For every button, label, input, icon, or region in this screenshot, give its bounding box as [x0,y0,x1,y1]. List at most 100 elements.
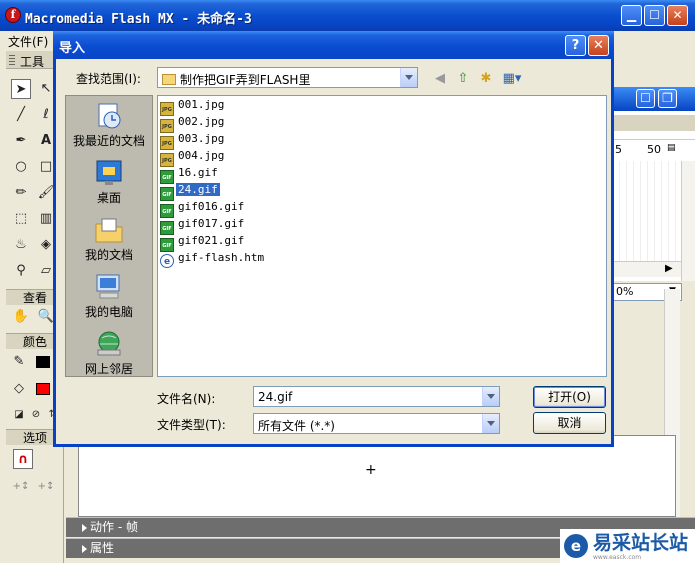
desktop-icon [96,160,122,185]
network-places-icon [97,331,121,356]
place-label: 我最近的文档 [72,134,145,148]
expand-arrow-icon[interactable] [82,524,87,532]
file-list[interactable]: JPG 001.jpg JPG 002.jpg JPG 003.jpg JPG 004.… [157,95,607,377]
file-item[interactable]: e gif-flash.htm [160,251,266,268]
watermark-logo: e 易采站长站 www.easck.com [560,529,695,563]
place-label: 网上邻居 [84,362,133,376]
chevron-down-icon[interactable] [400,68,417,87]
stroke-color-icon[interactable]: ✎ [9,352,29,372]
scroll-right-arrow-icon[interactable]: ▶ [665,263,673,274]
jpg-file-icon: JPG [160,102,174,116]
html-file-icon: e [160,254,174,268]
gif-file-icon: GIF [160,187,174,201]
straighten-option-icon[interactable]: +↕ [36,477,56,497]
dialog-close-button[interactable]: ✕ [588,35,609,56]
watermark-text: 易采站长站 [593,532,689,554]
up-folder-icon[interactable]: ⇧ [453,69,473,89]
places-bar: 我最近的文档 桌面 我的文档 我的电脑 网上邻居 [65,95,153,377]
file-item-selected[interactable]: GIF 24.gif [160,183,220,201]
ink-bottle-tool-icon[interactable]: ♨ [11,235,31,255]
frame-label-5: 5 [615,143,622,156]
smooth-option-icon[interactable]: +↕ [11,477,31,497]
file-item[interactable]: JPG 004.jpg [160,149,226,167]
eyedropper-tool-icon[interactable]: ⚲ [11,261,31,281]
pen-tool-icon[interactable]: ✒ [11,131,31,151]
expand-arrow-icon[interactable] [82,545,87,553]
frame-label-50: 50 [647,143,661,156]
new-folder-icon[interactable]: ✱ [476,69,496,89]
pencil-tool-icon[interactable]: ✏ [11,183,31,203]
fill-color-icon[interactable]: ◇ [9,379,29,399]
grip-icon[interactable] [9,55,15,65]
timeline-frame-header: 5 50 ▤ [613,139,695,161]
menu-file[interactable]: 文件(F) [8,33,48,50]
free-transform-tool-icon[interactable]: ⬚ [11,209,31,229]
my-documents-icon [95,218,123,243]
gif-file-icon: GIF [160,170,174,184]
jpg-file-icon: JPG [160,119,174,133]
app-titlebar: f Macromedia Flash MX - 未命名-3 ▁ ☐ ✕ [0,0,695,31]
timeline-ruler [613,115,695,131]
place-label: 桌面 [96,191,121,205]
cancel-button[interactable]: 取消 [533,412,606,434]
gif-file-icon: GIF [160,221,174,235]
flash-app-icon: f [5,7,21,23]
snap-magnet-icon[interactable]: ∩ [13,449,33,469]
document-titlebar: ☐ ❐ [612,87,695,111]
file-item[interactable]: JPG 001.jpg [160,98,226,116]
place-recent[interactable]: 我最近的文档 [66,98,152,155]
filetype-value: 所有文件 (*.*) [258,419,335,433]
gif-file-icon: GIF [160,204,174,218]
dialog-titlebar[interactable]: 导入 ? ✕ [53,31,614,59]
zoom-control: 0% ▼ [612,281,695,303]
arrow-tool-icon[interactable]: ➤ [11,79,31,99]
close-button[interactable]: ✕ [667,5,688,26]
place-my-computer[interactable]: 我的电脑 [66,269,152,326]
open-button[interactable]: 打开(O) [533,386,606,408]
import-dialog: 导入 ? ✕ 查找范围(I): 制作把GIF弄到FLASH里 ◀ ⇧ ✱ ▦▾ … [53,31,614,447]
look-in-value: 制作把GIF弄到FLASH里 [180,73,311,87]
timeline-frames[interactable] [613,161,683,261]
stage-canvas[interactable]: + [78,435,676,517]
line-tool-icon[interactable]: ╱ [11,105,31,125]
view-menu-icon[interactable]: ▦▾ [502,69,522,89]
doc-maximize-button[interactable]: ☐ [636,89,655,108]
place-label: 我的文档 [84,248,133,262]
file-item[interactable]: JPG 003.jpg [160,132,226,150]
filetype-combo[interactable]: 所有文件 (*.*) [253,413,500,434]
app-title: Macromedia Flash MX - 未命名-3 [25,12,252,27]
watermark-sub: www.easck.com [593,554,642,561]
place-desktop[interactable]: 桌面 [66,155,152,212]
recent-documents-icon [98,103,121,129]
file-item[interactable]: GIF gif021.gif [160,234,246,252]
chevron-down-icon[interactable] [482,414,499,433]
stroke-color-swatch[interactable] [36,356,50,368]
fill-color-swatch[interactable] [36,383,50,395]
folder-icon [162,74,176,85]
place-my-documents[interactable]: 我的文档 [66,212,152,269]
help-button[interactable]: ? [565,35,586,56]
place-network[interactable]: 网上邻居 [66,326,152,383]
maximize-button[interactable]: ☐ [644,5,665,26]
dialog-title: 导入 [59,41,86,56]
filename-value: 24.gif [258,390,293,404]
back-icon[interactable]: ◀ [430,69,450,89]
gif-file-icon: GIF [160,238,174,252]
tools-title: 工具 [20,55,45,69]
file-item[interactable]: JPG 002.jpg [160,115,226,133]
chevron-down-icon[interactable] [482,387,499,406]
minimize-button[interactable]: ▁ [621,5,642,26]
filename-combo[interactable]: 24.gif [253,386,500,407]
doc-restore-button[interactable]: ❐ [658,89,677,108]
file-item[interactable]: GIF gif016.gif [160,200,246,218]
timeline-menu-icon[interactable]: ▤ [667,143,676,153]
hand-tool-icon[interactable]: ✋ [11,307,31,327]
filename-label: 文件名(N): [157,392,216,406]
file-item[interactable]: GIF gif017.gif [160,217,246,235]
panel-properties-label: 属性 [90,541,115,555]
file-item[interactable]: GIF 16.gif [160,166,220,184]
timeline-vscroll[interactable] [681,161,695,285]
timeline-panel[interactable]: 5 50 ▤ ▶ [612,111,695,285]
look-in-combo[interactable]: 制作把GIF弄到FLASH里 [157,67,418,88]
oval-tool-icon[interactable]: ○ [11,157,31,177]
